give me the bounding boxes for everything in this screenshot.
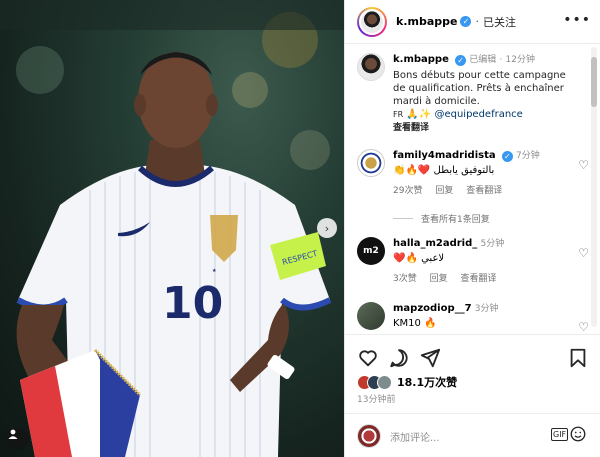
view-replies-link[interactable]: 查看所有1条回复 bbox=[393, 212, 490, 225]
likes-summary[interactable]: 18.1万次赞 bbox=[357, 374, 457, 390]
separator-dot: · bbox=[475, 15, 479, 28]
post-side-panel: k.mbappe ✓ · 已关注 ••• k.mbappe ✓ 已编辑 · 12… bbox=[344, 0, 600, 457]
current-user-avatar bbox=[357, 424, 381, 448]
commenter-username[interactable]: halla_m2adrid_ bbox=[393, 238, 477, 249]
post-caption: k.mbappe ✓ 已编辑 · 12分钟 Bons débuts pour c… bbox=[357, 53, 589, 133]
verified-badge-icon: ✓ bbox=[460, 16, 472, 27]
comment-likes[interactable]: 3次赞 bbox=[393, 274, 417, 284]
heart-icon[interactable]: ♡ bbox=[578, 246, 589, 260]
commenter-avatar[interactable] bbox=[357, 149, 385, 177]
comments-scroll-area[interactable]: k.mbappe ✓ 已编辑 · 12分钟 Bons débuts pour c… bbox=[345, 45, 600, 333]
caption-emojis: 🙏✨ bbox=[406, 109, 432, 120]
comment-time: 5分钟 bbox=[480, 239, 505, 249]
jersey-number: 10 bbox=[162, 278, 223, 329]
author-avatar[interactable] bbox=[357, 6, 387, 37]
comment-actions: 29次赞 回复 查看翻译 bbox=[393, 184, 583, 198]
commenter-avatar[interactable]: m2 bbox=[357, 237, 385, 265]
add-comment-bar: 添加评论... GIF bbox=[345, 413, 600, 457]
more-options-icon[interactable]: ••• bbox=[563, 12, 591, 28]
edited-label: 已编辑 bbox=[469, 55, 497, 65]
bookmark-icon[interactable] bbox=[567, 347, 589, 369]
chevron-right-icon: › bbox=[324, 221, 330, 235]
comment-item: family4madridista ✓ 7分钟 👏🔥❤️ بالتوفيق يا… bbox=[357, 149, 589, 205]
comment-time: 3分钟 bbox=[474, 304, 499, 314]
verified-badge-icon: ✓ bbox=[455, 55, 467, 66]
post-header: k.mbappe ✓ · 已关注 ••• bbox=[345, 0, 600, 44]
caption-flag: FR bbox=[393, 110, 404, 119]
heart-icon[interactable]: ♡ bbox=[578, 320, 589, 333]
caption-author-avatar[interactable] bbox=[357, 53, 385, 81]
commenter-username[interactable]: family4madridista bbox=[393, 150, 496, 161]
see-translation-link[interactable]: 查看翻译 bbox=[466, 186, 502, 196]
caption-text: Bons débuts pour cette campagne de quali… bbox=[393, 70, 566, 120]
comment-actions: 3次赞 回复 查看翻译 bbox=[393, 272, 583, 286]
comments-scrollbar-thumb[interactable] bbox=[591, 57, 597, 107]
see-translation-link[interactable]: 查看翻译 bbox=[461, 274, 497, 284]
comment-text: KM10 🔥 bbox=[393, 318, 437, 329]
see-translation-link[interactable]: 查看翻译 bbox=[393, 121, 583, 135]
post-action-bar bbox=[357, 347, 589, 369]
follow-status-button[interactable]: 已关注 bbox=[483, 14, 516, 30]
heart-icon[interactable] bbox=[357, 347, 379, 369]
post-footer: 18.1万次赞 13分钟前 添加评论... GIF bbox=[345, 334, 600, 457]
heart-icon[interactable]: ♡ bbox=[578, 158, 589, 172]
reply-button[interactable]: 回复 bbox=[435, 186, 453, 196]
comment-input[interactable]: 添加评论... bbox=[390, 429, 440, 444]
comment-item: m2 halla_m2adrid_ 5分钟 ❤️🔥 لاعبي 3次赞 回复 查… bbox=[357, 237, 589, 287]
separator-dot: · bbox=[499, 55, 503, 65]
liker-avatar bbox=[377, 374, 392, 390]
comment-text: ❤️🔥 لاعبي bbox=[393, 253, 445, 264]
comment-time: 7分钟 bbox=[515, 151, 540, 161]
post-photo[interactable]: RESPECT ★ 10 › bbox=[0, 0, 344, 457]
svg-text:★: ★ bbox=[212, 268, 217, 274]
emoji-icon[interactable] bbox=[569, 425, 587, 443]
comment-item: mapzodiop__7 3分钟 KM10 🔥 ♡ bbox=[357, 302, 589, 333]
likes-count[interactable]: 18.1万次赞 bbox=[397, 374, 457, 390]
commenter-username[interactable]: mapzodiop__7 bbox=[393, 303, 472, 314]
comment-icon[interactable] bbox=[388, 347, 410, 369]
comment-text: 👏🔥❤️ بالتوفيق يابطل bbox=[393, 165, 495, 176]
commenter-avatar[interactable] bbox=[357, 302, 385, 330]
verified-badge-icon: ✓ bbox=[501, 151, 513, 162]
post-timestamp: 13分钟前 bbox=[357, 395, 396, 405]
caption-username[interactable]: k.mbappe bbox=[393, 54, 449, 65]
reply-button[interactable]: 回复 bbox=[430, 274, 448, 284]
gif-icon[interactable]: GIF bbox=[551, 428, 569, 441]
share-icon[interactable] bbox=[419, 347, 441, 369]
photo-illustration: RESPECT ★ 10 bbox=[0, 0, 344, 457]
tagged-users-button[interactable] bbox=[7, 428, 29, 450]
next-photo-button[interactable]: › bbox=[317, 218, 337, 238]
author-username[interactable]: k.mbappe bbox=[396, 15, 457, 28]
mention-link[interactable]: @equipedefrance bbox=[434, 109, 522, 120]
comment-likes[interactable]: 29次赞 bbox=[393, 186, 422, 196]
post-time: 12分钟 bbox=[505, 55, 535, 65]
person-tag-icon bbox=[8, 429, 18, 439]
